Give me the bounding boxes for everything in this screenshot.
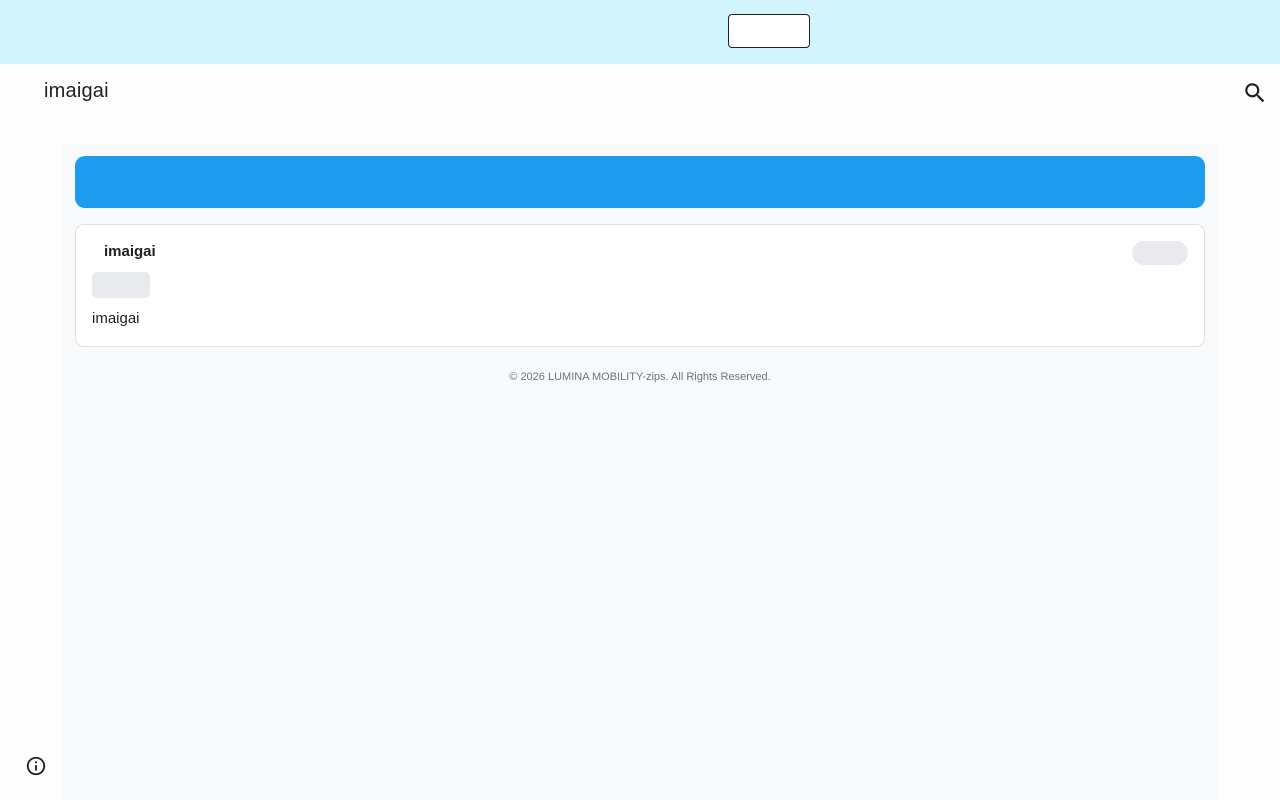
content-card: imaigai imaigai bbox=[75, 224, 1205, 347]
content-area: imaigai imaigai © 2026 LUMINA MOBILITY-z… bbox=[63, 144, 1217, 800]
card-body-text: imaigai bbox=[92, 310, 140, 327]
search-button[interactable] bbox=[1242, 80, 1268, 106]
page-info-button[interactable] bbox=[25, 755, 47, 777]
copyright-footer: © 2026 LUMINA MOBILITY-zips. All Rights … bbox=[509, 371, 771, 383]
accent-bar bbox=[75, 156, 1205, 208]
search-icon bbox=[1245, 83, 1265, 103]
top-banner bbox=[0, 0, 1280, 64]
site-title[interactable]: imaigai bbox=[44, 80, 109, 103]
site-header: imaigai bbox=[0, 64, 1280, 144]
banner-button[interactable] bbox=[728, 14, 810, 48]
info-icon bbox=[26, 756, 46, 776]
placeholder-block bbox=[92, 272, 150, 298]
card-title: imaigai bbox=[104, 243, 156, 260]
placeholder-pill bbox=[1132, 241, 1188, 265]
